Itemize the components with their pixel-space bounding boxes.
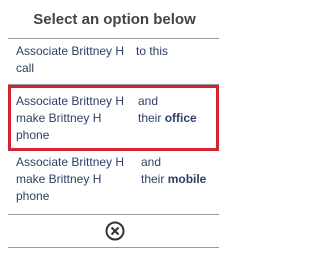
option-text-line: and <box>141 155 162 169</box>
option-text-line: their office <box>138 110 197 127</box>
option-text-line: their mobile <box>141 171 206 188</box>
option-right-text: and their mobile <box>141 154 206 188</box>
option-left-text: Associate Brittney H call <box>16 43 124 77</box>
option-text-line: phone <box>16 189 50 203</box>
option-text-line: Associate Brittney H <box>16 44 125 58</box>
option-left-text: Associate Brittney H make Brittney H pho… <box>16 154 124 205</box>
option-right-text: and their office <box>138 93 197 127</box>
divider <box>8 247 219 248</box>
option-left-text: Associate Brittney H make Brittney H pho… <box>16 93 124 144</box>
option-phone-type: office <box>164 111 197 125</box>
close-button[interactable] <box>0 215 229 247</box>
option-phone-type: mobile <box>167 172 207 186</box>
option-text-line: call <box>16 61 35 75</box>
option-text-line: Associate Brittney H <box>16 94 125 108</box>
option-text-line: phone <box>16 128 50 142</box>
close-circle-icon <box>105 221 124 241</box>
option-text-line: make Brittney H <box>16 172 102 186</box>
option-make-office-phone[interactable]: Associate Brittney H make Brittney H pho… <box>8 85 219 151</box>
option-text-prefix: their <box>138 111 165 125</box>
option-text-line: make Brittney H <box>16 111 102 125</box>
option-right-text: to this <box>136 43 168 60</box>
panel-title: Select an option below <box>33 10 196 28</box>
option-text-prefix: their <box>141 172 168 186</box>
option-associate-to-call[interactable]: Associate Brittney H call to this <box>8 39 219 83</box>
option-make-mobile-phone[interactable]: Associate Brittney H make Brittney H pho… <box>8 152 219 214</box>
option-text-line: Associate Brittney H <box>16 155 125 169</box>
option-text-line: and <box>138 94 159 108</box>
option-text-line: to this <box>136 44 169 58</box>
option-selector-panel: Select an option below Associate Brittne… <box>0 0 229 259</box>
